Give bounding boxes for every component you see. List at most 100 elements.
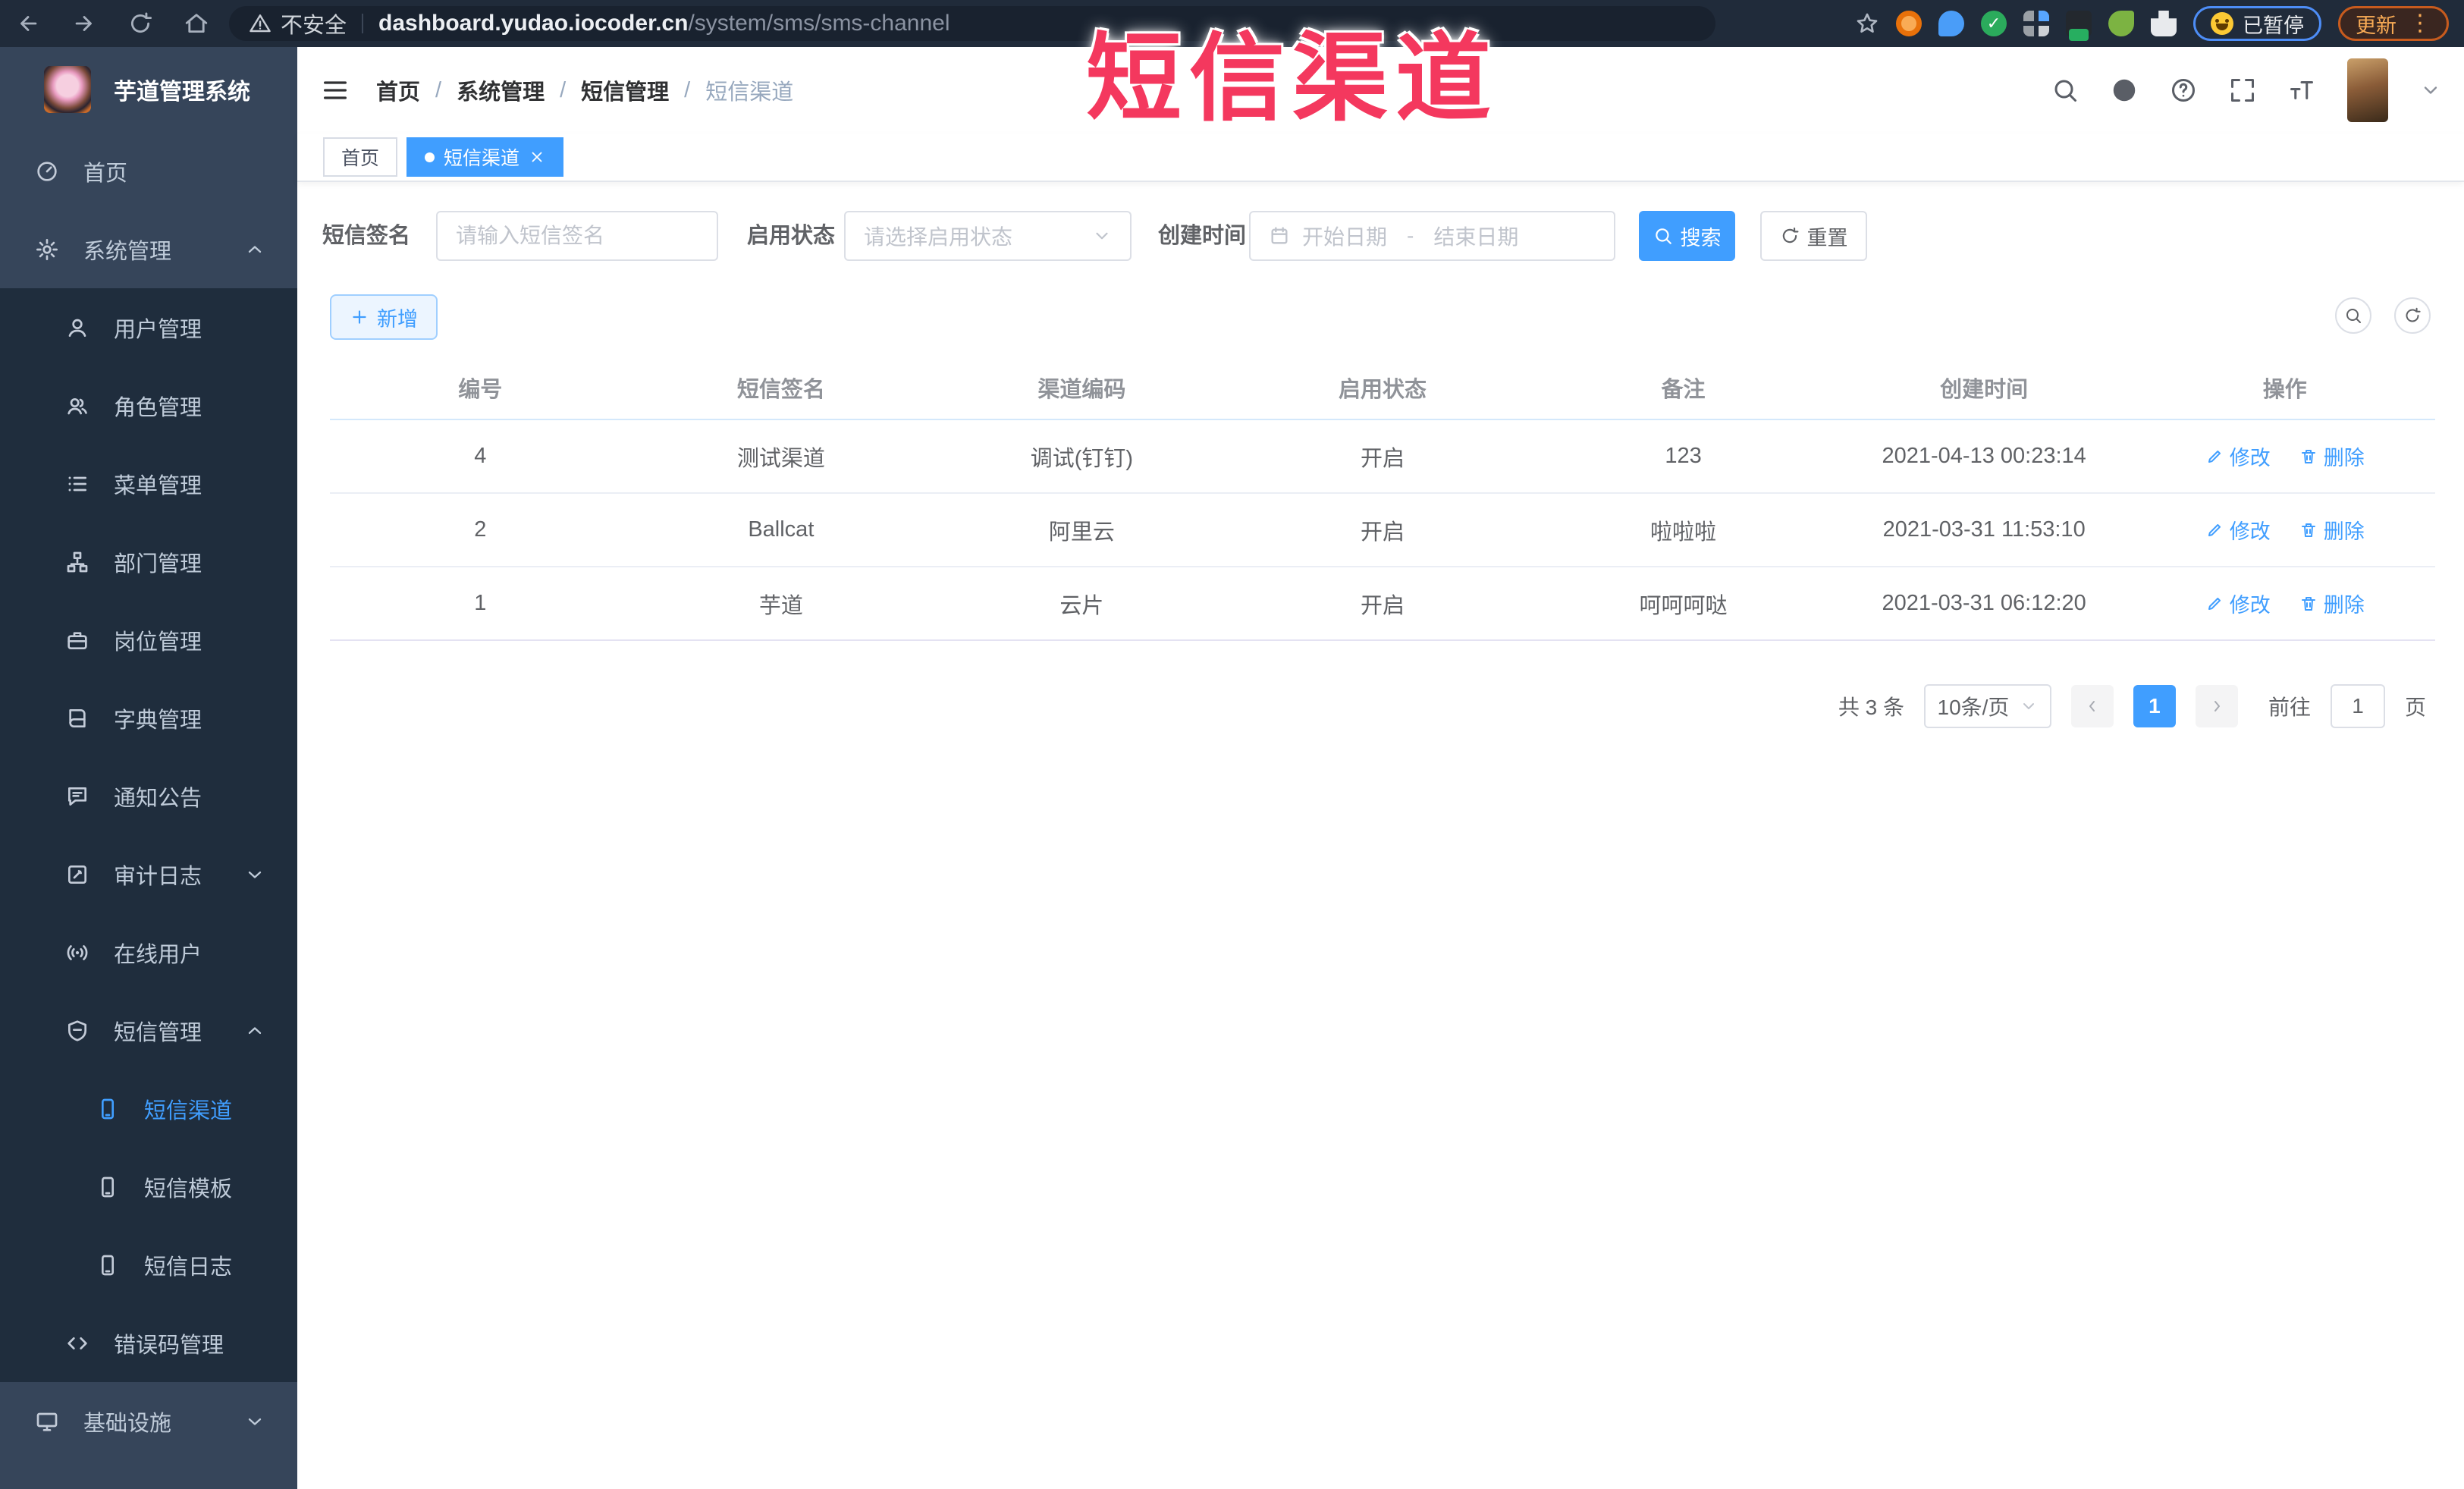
edit-label: 修改 xyxy=(2229,520,2271,543)
header-search-icon[interactable] xyxy=(2051,77,2079,104)
tab-sms-channel[interactable]: 短信渠道 xyxy=(406,137,564,177)
breadcrumb-current: 短信渠道 xyxy=(705,80,794,105)
search-button[interactable]: 搜索 xyxy=(1639,211,1735,261)
table-header-row: 编号 短信签名 渠道编码 启用状态 备注 创建时间 操作 xyxy=(330,357,2435,420)
sidebar-item-label: 短信日志 xyxy=(144,1255,233,1280)
edit-label: 修改 xyxy=(2229,447,2271,470)
goto-page-input[interactable] xyxy=(2330,684,2385,728)
sidebar-item-post-management[interactable]: 岗位管理 xyxy=(0,601,297,679)
sidebar-item-label: 首页 xyxy=(83,161,128,186)
next-page-button[interactable] xyxy=(2195,685,2238,727)
cell-create-time: 2021-03-31 11:53:10 xyxy=(1882,517,2086,542)
trash-icon xyxy=(2299,595,2318,613)
delete-link[interactable]: 删除 xyxy=(2299,515,2365,545)
end-date-placeholder[interactable]: 结束日期 xyxy=(1433,221,1518,251)
col-header-sign: 短信签名 xyxy=(736,378,825,402)
help-icon[interactable] xyxy=(2170,77,2197,104)
sidebar-item-system-management[interactable]: 系统管理 xyxy=(0,210,297,288)
sidebar-item-sms-log[interactable]: 短信日志 xyxy=(0,1226,297,1304)
search-button-label: 搜索 xyxy=(1680,226,1722,250)
sidebar-item-dict-management[interactable]: 字典管理 xyxy=(0,679,297,757)
delete-link[interactable]: 删除 xyxy=(2299,441,2365,471)
list-icon xyxy=(65,472,93,496)
font-size-icon[interactable] xyxy=(2288,77,2315,104)
browser-forward-icon[interactable] xyxy=(71,11,97,36)
chevron-up-icon xyxy=(244,239,265,260)
extension-orange-icon[interactable] xyxy=(1896,11,1922,36)
sidebar-item-sms-channel[interactable]: 短信渠道 xyxy=(0,1070,297,1148)
extension-check-icon[interactable]: ✓ xyxy=(1981,11,2007,36)
add-button[interactable]: 新增 xyxy=(330,294,438,340)
paused-extension-pill[interactable]: 已暂停 xyxy=(2193,6,2321,41)
sidebar-item-label: 字典管理 xyxy=(114,708,202,733)
browser-home-icon[interactable] xyxy=(184,11,209,36)
sidebar-item-home[interactable]: 首页 xyxy=(0,132,297,210)
tab-home[interactable]: 首页 xyxy=(323,137,398,177)
edit-link[interactable]: 修改 xyxy=(2205,441,2271,471)
sign-search-input[interactable] xyxy=(456,224,698,248)
status-select[interactable]: 请选择启用状态 xyxy=(844,211,1132,261)
extension-grid-icon[interactable] xyxy=(2023,11,2049,36)
sidebar-item-sms-template[interactable]: 短信模板 xyxy=(0,1148,297,1226)
sidebar-item-dept-management[interactable]: 部门管理 xyxy=(0,523,297,601)
app-logo xyxy=(44,66,91,113)
date-range-picker[interactable]: 开始日期 - 结束日期 xyxy=(1249,211,1615,261)
app-logo-row[interactable]: 芋道管理系统 xyxy=(0,47,297,132)
sidebar-item-sms-management[interactable]: 短信管理 xyxy=(0,991,297,1070)
github-icon[interactable] xyxy=(2111,77,2138,104)
edit-link[interactable]: 修改 xyxy=(2205,589,2271,618)
sidebar-item-error-code[interactable]: 错误码管理 xyxy=(0,1304,297,1382)
browser-back-icon[interactable] xyxy=(15,11,41,36)
refresh-icon xyxy=(1780,226,1800,246)
browser-update-button[interactable]: 更新 ⋮ xyxy=(2338,6,2449,41)
hamburger-icon[interactable] xyxy=(320,75,350,105)
sidebar-item-online-users[interactable]: 在线用户 xyxy=(0,913,297,991)
fullscreen-icon[interactable] xyxy=(2229,77,2256,104)
not-secure-label[interactable]: 不安全 xyxy=(281,8,347,39)
delete-label: 删除 xyxy=(2323,520,2365,543)
monitor-icon xyxy=(35,1409,62,1434)
avatar-caret-down-icon[interactable] xyxy=(2420,80,2441,101)
sidebar-item-infrastructure[interactable]: 基础设施 xyxy=(0,1382,297,1460)
sidebar-item-label: 通知公告 xyxy=(114,786,202,811)
sidebar-item-user-management[interactable]: 用户管理 xyxy=(0,288,297,366)
sidebar-item-role-management[interactable]: 角色管理 xyxy=(0,366,297,445)
page-1-button[interactable]: 1 xyxy=(2133,685,2176,727)
broadcast-icon xyxy=(65,941,93,965)
prev-page-button[interactable] xyxy=(2070,685,2114,727)
address-bar[interactable]: 不安全 dashboard.yudao.iocoder.cn /system/s… xyxy=(229,6,1715,41)
not-secure-warning-icon[interactable] xyxy=(249,12,272,35)
extension-switch-icon[interactable] xyxy=(2066,11,2092,41)
avatar[interactable] xyxy=(2347,58,2388,122)
close-tab-icon[interactable] xyxy=(529,149,545,165)
toggle-search-button[interactable] xyxy=(2335,297,2371,334)
extension-pin-icon[interactable] xyxy=(1938,11,1964,36)
edit-link[interactable]: 修改 xyxy=(2205,515,2271,545)
sidebar-item-audit-log[interactable]: 审计日志 xyxy=(0,835,297,913)
sidebar-item-menu-management[interactable]: 菜单管理 xyxy=(0,445,297,523)
browser-menu-dots-icon[interactable]: ⋮ xyxy=(2409,12,2431,35)
browser-reload-icon[interactable] xyxy=(127,11,153,36)
page-size-select[interactable]: 10条/页 xyxy=(1923,684,2051,728)
dashboard-icon xyxy=(35,159,62,184)
time-filter-label: 创建时间 xyxy=(1158,224,1247,248)
reset-button[interactable]: 重置 xyxy=(1760,211,1867,261)
cell-id: 1 xyxy=(474,591,487,615)
delete-label: 删除 xyxy=(2323,447,2365,470)
sidebar-item-notice[interactable]: 通知公告 xyxy=(0,757,297,835)
select-caret-down-icon xyxy=(2020,697,2038,715)
extension-leaf-icon[interactable] xyxy=(2108,11,2134,36)
breadcrumb-system[interactable]: 系统管理 xyxy=(457,74,545,106)
breadcrumb-home[interactable]: 首页 xyxy=(376,74,420,106)
bookmark-star-icon[interactable] xyxy=(1855,11,1879,36)
refresh-table-button[interactable] xyxy=(2394,297,2431,334)
sidebar-item-label: 角色管理 xyxy=(114,395,202,420)
start-date-placeholder[interactable]: 开始日期 xyxy=(1302,221,1387,251)
edit-pencil-icon xyxy=(2205,595,2224,613)
tab-label: 首页 xyxy=(341,148,380,169)
pagination: 共 3 条 10条/页 1 前往 页 xyxy=(1838,681,2426,731)
extensions-puzzle-icon[interactable] xyxy=(2151,11,2177,36)
breadcrumb-sms[interactable]: 短信管理 xyxy=(581,74,669,106)
cell-id: 4 xyxy=(474,444,487,468)
delete-link[interactable]: 删除 xyxy=(2299,589,2365,618)
